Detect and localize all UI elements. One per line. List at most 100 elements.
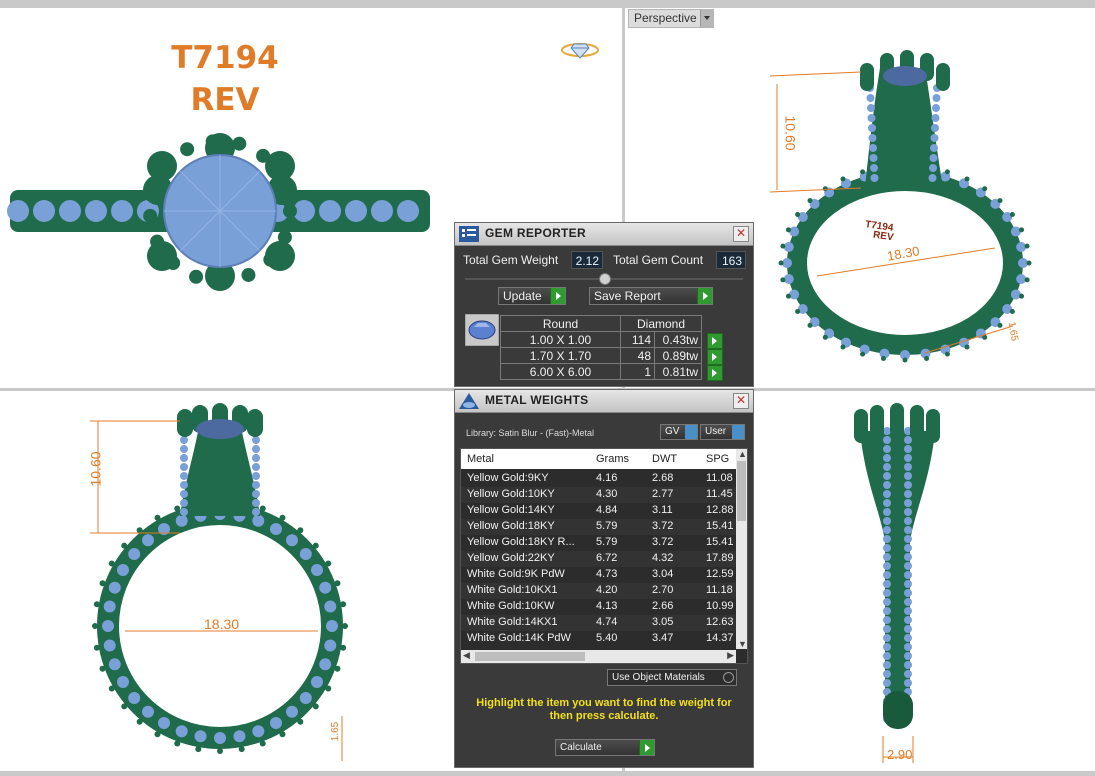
metal-cell-dwt: 2.66: [652, 600, 674, 612]
metal-cell-metal: White Gold:14K PdW: [467, 632, 571, 644]
metal-weights-panel: METAL WEIGHTS ✕ Library: Satin Blur - (F…: [454, 389, 754, 768]
dimension-band-label: 1.65: [330, 721, 342, 742]
metal-cell-spg: 14.37: [706, 632, 734, 644]
metal-row[interactable]: White Gold:10KW 4.13 2.66 10.99: [461, 599, 736, 615]
gem-count: 1: [620, 363, 655, 380]
total-gem-count-label: Total Gem Count: [613, 253, 704, 267]
vertical-scrollbar[interactable]: ▲ ▼: [736, 449, 747, 649]
metal-row[interactable]: Yellow Gold:10KY 4.30 2.77 11.45: [461, 487, 736, 503]
metal-row[interactable]: White Gold:14KX1 4.74 3.05 12.63: [461, 615, 736, 631]
gem-tw: 0.81tw: [654, 363, 702, 380]
metal-weights-icon: [459, 393, 479, 409]
scroll-thumb[interactable]: [737, 461, 746, 521]
gem-row-go-button[interactable]: [707, 349, 723, 365]
metal-cell-dwt: 3.72: [652, 520, 674, 532]
calculate-hint: Highlight the item you want to find the …: [476, 697, 732, 722]
metal-row[interactable]: Yellow Gold:22KY 6.72 4.32 17.89: [461, 551, 736, 567]
use-object-materials-button[interactable]: Use Object Materials: [607, 669, 737, 686]
metal-cell-metal: Yellow Gold:14KY: [467, 504, 555, 516]
projection-dropdown[interactable]: Perspective: [628, 9, 714, 28]
metal-weights-header[interactable]: METAL WEIGHTS ✕: [455, 390, 753, 413]
projection-label: Perspective: [634, 11, 697, 25]
metal-cell-grams: 5.40: [596, 632, 618, 644]
metal-cell-metal: Yellow Gold:10KY: [467, 488, 555, 500]
ring-logo-icon: [561, 43, 599, 59]
metal-row[interactable]: Yellow Gold:18KY 5.79 3.72 15.41: [461, 519, 736, 535]
use-object-materials-label: Use Object Materials: [612, 672, 705, 683]
metal-cell-dwt: 2.70: [652, 584, 674, 596]
user-label: User: [705, 426, 727, 437]
metal-cell-metal: White Gold:14KX1: [467, 616, 558, 628]
dropdown-arrow-icon[interactable]: [700, 10, 713, 27]
gem-row-go-button[interactable]: [707, 333, 723, 349]
total-gem-weight-value: 2.12: [571, 251, 603, 269]
gem-col-material: Diamond: [620, 315, 702, 332]
metal-cell-spg: 12.63: [706, 616, 734, 628]
col-dwt[interactable]: DWT: [652, 453, 677, 465]
total-gem-count-value: 163: [716, 251, 746, 269]
total-gem-weight-label: Total Gem Weight: [463, 253, 559, 267]
metal-row[interactable]: White Gold:9K PdW 4.73 3.04 12.59: [461, 567, 736, 583]
metal-cell-spg: 17.89: [706, 552, 734, 564]
save-report-label: Save Report: [594, 289, 661, 303]
user-toggle[interactable]: User: [700, 424, 745, 440]
update-button[interactable]: Update: [498, 287, 566, 305]
metal-cell-spg: 11.45: [706, 488, 733, 500]
close-icon[interactable]: ✕: [733, 393, 749, 409]
toggle-icon: [732, 425, 744, 439]
gem-col-shape: Round: [500, 315, 621, 332]
calculate-button[interactable]: Calculate: [555, 739, 655, 756]
metal-weights-title: METAL WEIGHTS: [485, 393, 589, 407]
update-label: Update: [503, 289, 542, 303]
metal-row[interactable]: Yellow Gold:14KY 4.84 3.11 12.88: [461, 503, 736, 519]
close-icon[interactable]: ✕: [733, 226, 749, 242]
metal-cell-spg: 12.88: [706, 504, 734, 516]
metal-cell-spg: 11.18: [706, 584, 733, 596]
metal-cell-grams: 4.30: [596, 488, 618, 500]
gem-size: 1.00 X 1.00: [500, 331, 621, 348]
metal-cell-spg: 12.59: [706, 568, 734, 580]
metal-cell-dwt: 3.04: [652, 568, 674, 580]
metal-cell-grams: 5.79: [596, 536, 618, 548]
dimension-width-label: 18.30: [204, 616, 240, 632]
metal-row[interactable]: White Gold:14K PdW 5.40 3.47 14.37: [461, 631, 736, 647]
play-icon: [697, 288, 712, 304]
round-gem-icon: [465, 314, 499, 346]
gv-toggle[interactable]: GV: [660, 424, 698, 440]
gem-reporter-title: GEM REPORTER: [485, 226, 586, 240]
metal-cell-grams: 5.79: [596, 520, 618, 532]
metal-row[interactable]: Yellow Gold:18KY R... 5.79 3.72 15.41: [461, 535, 736, 551]
metal-cell-metal: Yellow Gold:22KY: [467, 552, 555, 564]
gem-row[interactable]: 1.00 X 1.00 114 0.43tw: [500, 331, 702, 348]
horizontal-scrollbar[interactable]: ◀ ▶: [461, 650, 736, 663]
save-report-button[interactable]: Save Report: [589, 287, 713, 305]
gem-reporter-panel: GEM REPORTER ✕ Total Gem Weight 2.12 Tot…: [454, 222, 754, 387]
gem-size: 1.70 X 1.70: [500, 347, 621, 364]
gem-row[interactable]: 1.70 X 1.70 48 0.89tw: [500, 347, 702, 364]
play-icon: [639, 740, 654, 755]
gem-tw: 0.43tw: [654, 331, 702, 348]
gem-count: 48: [620, 347, 655, 364]
gem-size: 6.00 X 6.00: [500, 363, 621, 380]
metal-table[interactable]: Metal Grams DWT SPG Yellow Gold:9KY 4.16 2…: [460, 448, 748, 664]
col-grams[interactable]: Grams: [596, 453, 629, 465]
metal-cell-spg: 15.41: [706, 536, 734, 548]
scroll-thumb[interactable]: [475, 652, 585, 661]
gv-label: GV: [665, 426, 680, 437]
col-metal[interactable]: Metal: [467, 453, 494, 465]
metal-cell-spg: 15.41: [706, 520, 734, 532]
metal-cell-dwt: 2.77: [652, 488, 674, 500]
gem-row-go-button[interactable]: [707, 365, 723, 381]
gem-reporter-header[interactable]: GEM REPORTER ✕: [455, 223, 753, 246]
metal-row[interactable]: Yellow Gold:9KY 4.16 2.68 11.08: [461, 471, 736, 487]
gem-count: 114: [620, 331, 655, 348]
metal-cell-dwt: 4.32: [652, 552, 674, 564]
metal-row[interactable]: White Gold:10KX1 4.20 2.70 11.18: [461, 583, 736, 599]
metal-cell-dwt: 2.68: [652, 472, 674, 484]
metal-cell-metal: White Gold:10KW: [467, 600, 555, 612]
gem-row[interactable]: 6.00 X 6.00 1 0.81tw: [500, 363, 702, 380]
gem-tw: 0.89tw: [654, 347, 702, 364]
metal-cell-grams: 4.84: [596, 504, 618, 516]
slider-handle[interactable]: [599, 273, 611, 285]
col-spg[interactable]: SPG: [706, 453, 729, 465]
